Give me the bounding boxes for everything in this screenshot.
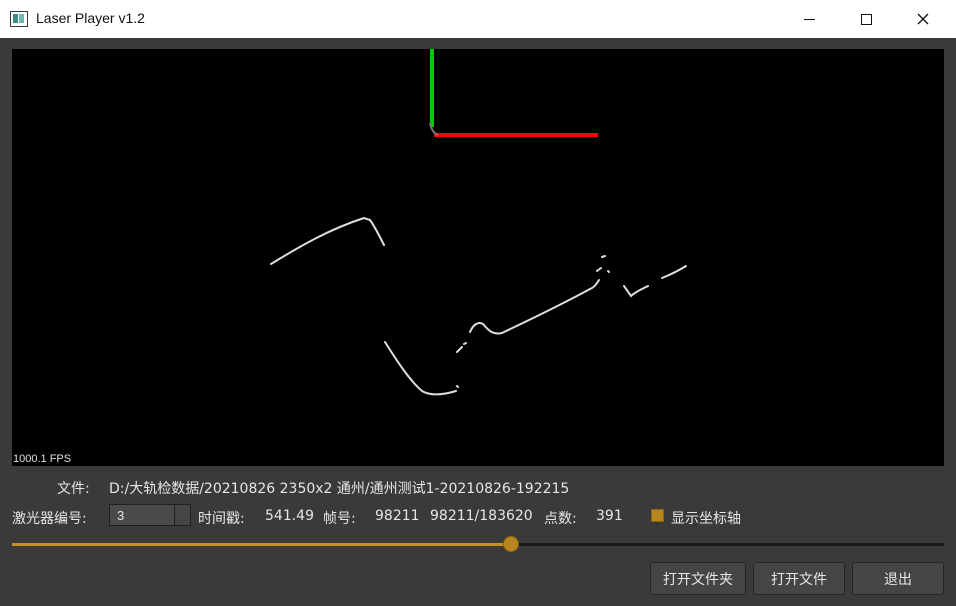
minimize-button[interactable]: [786, 0, 832, 38]
open-file-button[interactable]: 打开文件: [753, 562, 845, 595]
close-button[interactable]: [900, 0, 946, 38]
points-value: 391: [596, 508, 623, 524]
slider-fill: [12, 543, 511, 546]
frame-progress: 98211/183620: [430, 508, 533, 524]
timestamp-value: 541.49: [265, 508, 314, 524]
slider-handle[interactable]: [502, 536, 519, 552]
point-cloud-canvas: [270, 49, 687, 396]
maximize-button[interactable]: [843, 0, 889, 38]
exit-button[interactable]: 退出: [852, 562, 944, 595]
title-bar: Laser Player v1.2: [0, 0, 956, 38]
point-cloud-viewport[interactable]: 1000.1 FPS: [12, 49, 944, 466]
show-axis-label[interactable]: 显示坐标轴: [671, 508, 741, 528]
laser-id-label: 激光器编号:: [12, 511, 87, 527]
timestamp-label: 时间戳:: [198, 511, 245, 527]
app-icon: [10, 11, 28, 27]
file-path: D:/大轨检数据/20210826 2350x2 通州/通州测试1-202108…: [109, 481, 570, 497]
frame-value: 98211: [375, 508, 420, 524]
close-icon: [917, 13, 929, 25]
window-title: Laser Player v1.2: [36, 10, 145, 26]
file-label: 文件:: [57, 481, 90, 497]
laser-profile-points: [270, 216, 687, 396]
frame-label: 帧号:: [323, 511, 356, 527]
spinbox-arrows[interactable]: [174, 505, 190, 525]
points-label: 点数:: [544, 511, 577, 527]
show-axis-checkbox[interactable]: [651, 509, 664, 522]
open-folder-button[interactable]: 打开文件夹: [650, 562, 746, 595]
laser-id-spinbox[interactable]: 3: [109, 504, 191, 526]
minimize-icon: [803, 18, 815, 20]
laser-id-value: 3: [117, 508, 125, 523]
maximize-icon: [860, 13, 872, 25]
frame-slider[interactable]: [12, 543, 944, 546]
fps-counter: 1000.1 FPS: [13, 453, 72, 465]
